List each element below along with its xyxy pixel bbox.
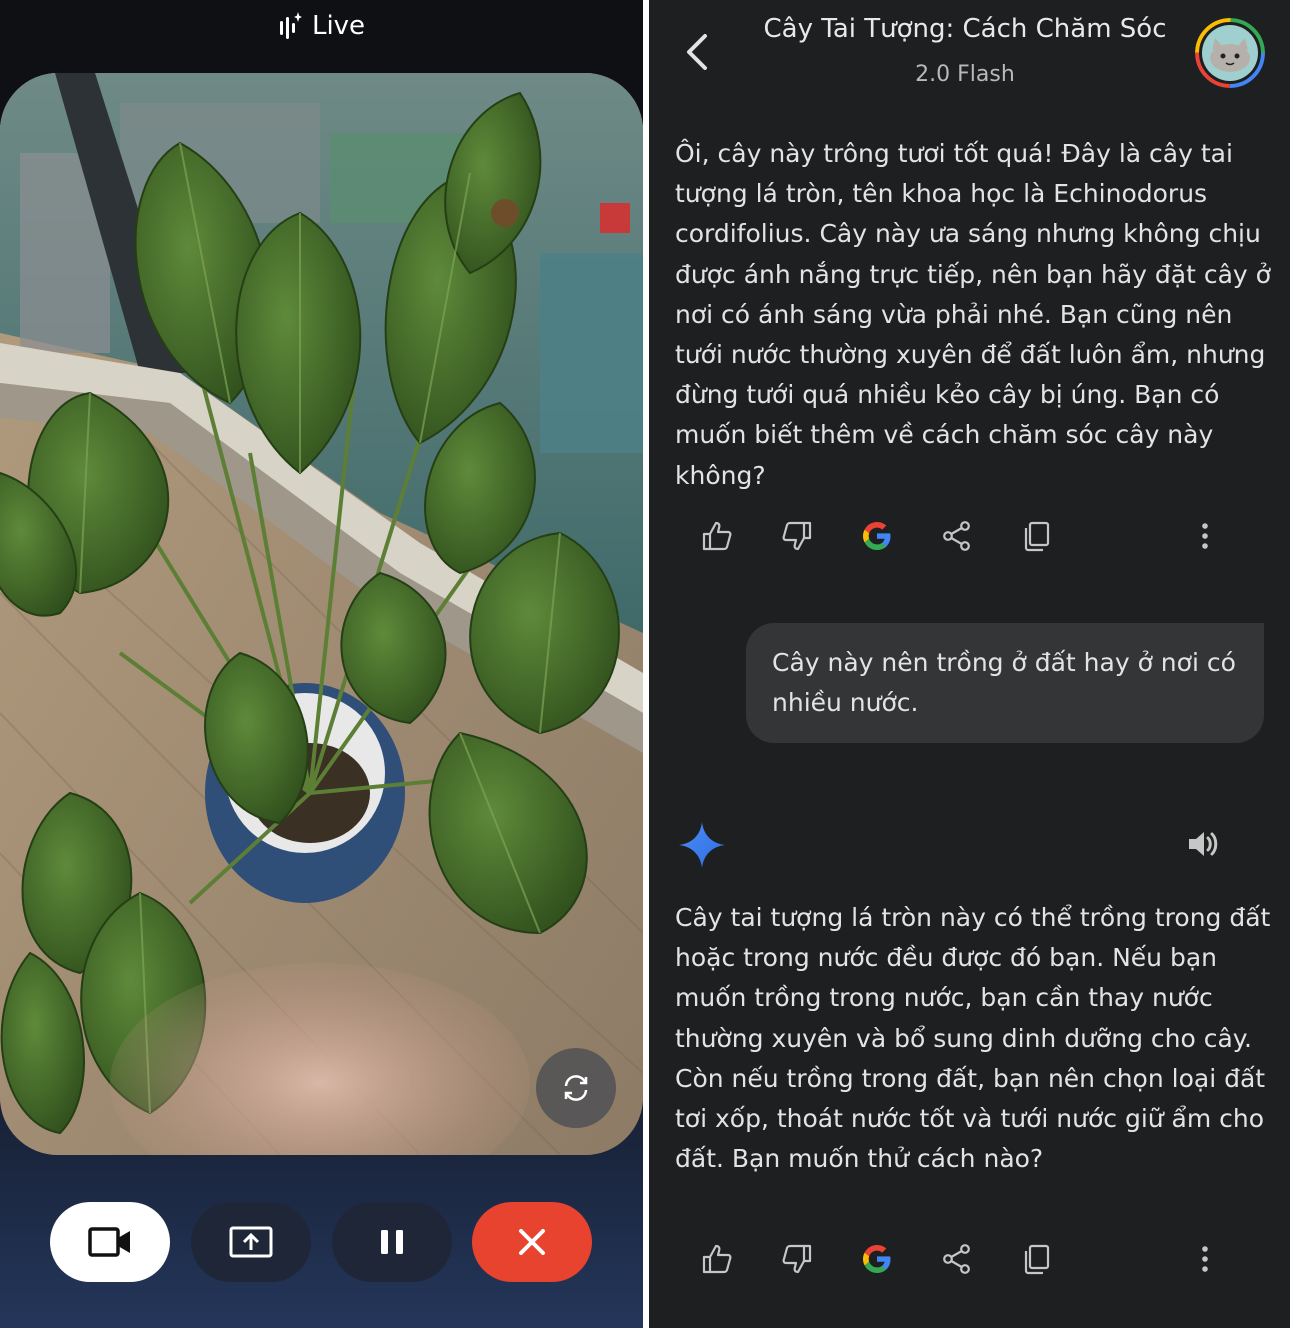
google-check-button[interactable] (855, 514, 899, 558)
live-label: Live (311, 11, 366, 41)
thumbs-up-button[interactable] (695, 1237, 739, 1281)
share-screen-button[interactable] (191, 1202, 311, 1282)
response-actions-2 (689, 1237, 1229, 1281)
google-check-button[interactable] (855, 1237, 899, 1281)
live-camera-panel: Live (0, 0, 643, 1328)
more-vertical-icon (1202, 1246, 1208, 1272)
share-button[interactable] (935, 1237, 979, 1281)
copy-icon (1024, 521, 1050, 552)
back-arrow-icon (687, 34, 707, 70)
response-actions-1 (689, 514, 1229, 558)
flip-camera-button[interactable] (536, 1048, 616, 1128)
video-toggle-button[interactable] (50, 1202, 170, 1282)
video-camera-icon (88, 1227, 130, 1257)
thumbs-down-button[interactable] (775, 514, 819, 558)
end-call-button[interactable] (472, 1202, 592, 1282)
thumbs-down-icon (782, 1244, 812, 1274)
screen-share-icon (229, 1226, 273, 1258)
copy-button[interactable] (1015, 1237, 1059, 1281)
back-button[interactable] (679, 30, 719, 74)
gemini-response-1: Ôi, cây này trông tươi tốt quá! Đây là c… (675, 139, 1271, 490)
close-icon (519, 1229, 545, 1255)
thumbs-down-icon (782, 521, 812, 551)
thumbs-up-button[interactable] (695, 514, 739, 558)
more-options-button[interactable] (1183, 514, 1227, 558)
user-avatar[interactable] (1195, 18, 1265, 88)
speaker-icon[interactable] (1183, 824, 1223, 864)
google-g-icon (863, 1245, 891, 1273)
live-controls (0, 1202, 643, 1282)
chat-panel: Cây Tai Tượng: Cách Chăm Sóc 2.0 Flash Ô… (649, 0, 1290, 1328)
chat-title: Cây Tai Tượng: Cách Chăm Sóc (763, 14, 1167, 44)
share-icon (943, 1244, 970, 1274)
copy-button[interactable] (1015, 514, 1059, 558)
user-message-bubble: Cây này nên trồng ở đất hay ở nơi có nhi… (746, 623, 1264, 743)
live-header: Live (0, 6, 643, 46)
pause-icon (381, 1230, 403, 1254)
share-icon (943, 521, 970, 551)
camera-feed-plant-image (0, 73, 643, 1155)
thumbs-down-button[interactable] (775, 1237, 819, 1281)
share-button[interactable] (935, 514, 979, 558)
google-g-icon (863, 522, 891, 550)
more-options-button[interactable] (1183, 1237, 1227, 1281)
thumbs-up-icon (702, 1244, 732, 1274)
more-vertical-icon (1202, 523, 1208, 549)
pause-button[interactable] (332, 1202, 452, 1282)
camera-viewport (0, 73, 643, 1155)
gemini-response-2: Cây tai tượng lá tròn này có thể trồng t… (675, 903, 1271, 1174)
gemini-sparkle-icon (679, 822, 725, 868)
copy-icon (1024, 1244, 1050, 1275)
user-message-text: Cây này nên trồng ở đất hay ở nơi có nhi… (772, 648, 1236, 717)
live-waveform-icon (279, 12, 302, 39)
camera-flip-icon (564, 1075, 588, 1101)
thumbs-up-icon (702, 521, 732, 551)
model-label[interactable]: 2.0 Flash (739, 62, 1191, 87)
